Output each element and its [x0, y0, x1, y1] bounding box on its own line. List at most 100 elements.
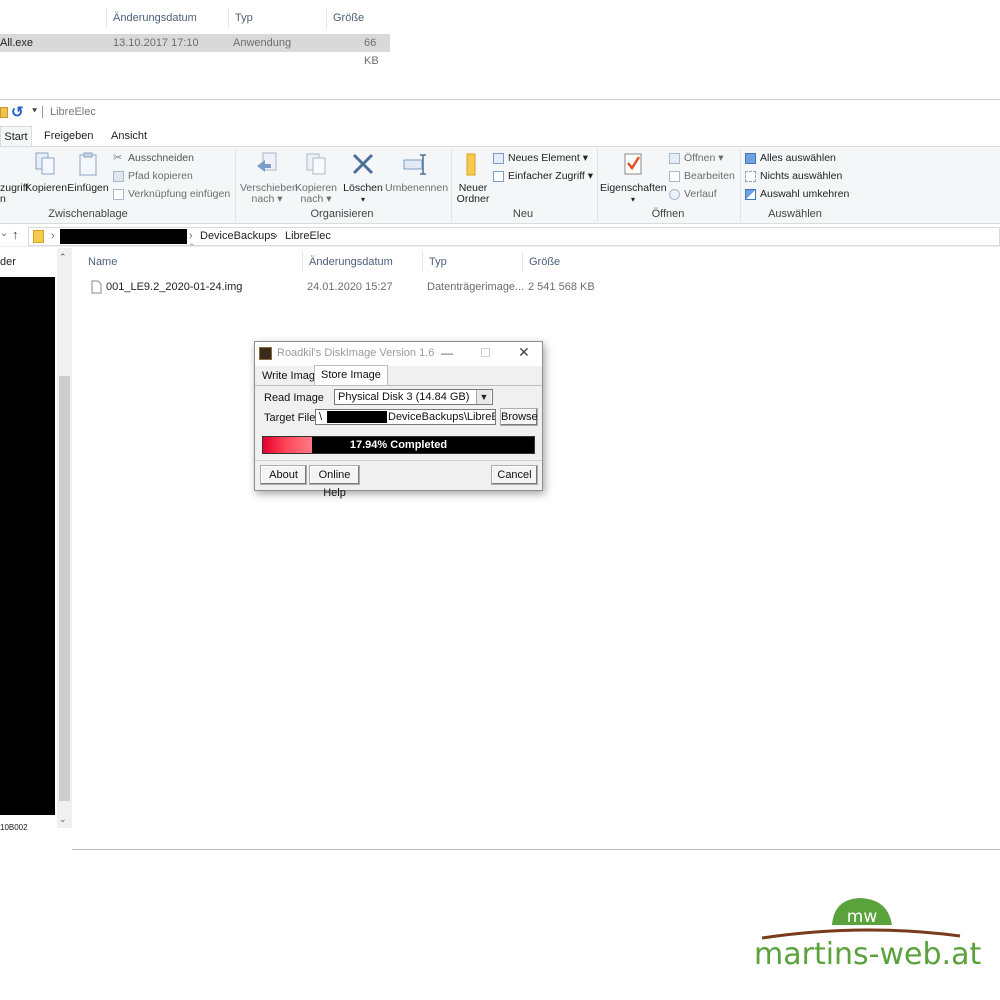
undo-icon[interactable]: ↺ — [11, 103, 24, 121]
new-item-button[interactable]: Neues Element ▾ — [493, 150, 588, 167]
nav-scrollbar-thumb[interactable] — [59, 376, 70, 801]
address-bar[interactable]: › › DeviceBackups › LibreElec — [28, 227, 1000, 246]
tab-share[interactable]: Freigeben — [44, 126, 94, 146]
app-icon — [259, 347, 272, 360]
breadcrumb-separator-icon: › — [51, 230, 55, 242]
about-button[interactable]: About — [260, 465, 307, 485]
column-header-type[interactable]: Typ — [228, 8, 326, 28]
progress-bar: 17.94% Completed — [262, 436, 535, 454]
paste-shortcut-button[interactable]: Verknüpfung einfügen — [113, 186, 230, 203]
window-title: LibreElec — [50, 106, 96, 118]
open-button[interactable]: Öffnen ▾ — [669, 150, 724, 167]
properties-label: Eigenschaften — [600, 182, 667, 194]
up-arrow-icon[interactable]: ↑ — [12, 227, 19, 242]
group-label-organize: Organisieren — [310, 208, 374, 220]
redacted-target-path — [327, 411, 387, 423]
read-image-select[interactable]: Physical Disk 3 (14.84 GB) ▼ — [334, 389, 493, 405]
dropdown-arrow-icon[interactable]: ▼ — [476, 390, 491, 404]
target-file-input[interactable]: \ DeviceBackups\LibreElec — [315, 409, 496, 425]
copy-to-icon — [306, 153, 326, 175]
invert-selection-icon — [745, 189, 756, 200]
file-name: 001_LE9.2_2020-01-24.img — [106, 281, 243, 293]
close-icon[interactable]: ✕ — [518, 344, 530, 361]
recent-locations-chevron-icon[interactable]: ⌄ — [0, 228, 8, 239]
delete-button[interactable]: Löschen ▾ — [343, 151, 383, 205]
rename-button[interactable]: Umbenennen — [385, 151, 448, 194]
column-header-size[interactable]: Größe — [522, 252, 590, 272]
move-to-label-2: nach ▾ — [251, 193, 283, 205]
target-file-suffix: DeviceBackups\LibreElec — [388, 411, 495, 423]
history-button[interactable]: Verlauf — [669, 186, 717, 203]
copy-button[interactable]: Kopieren — [25, 151, 68, 194]
browse-button[interactable]: Browse — [500, 408, 538, 426]
pin-quick-access-button[interactable]: zugriff n — [0, 151, 28, 205]
delete-x-icon — [352, 153, 374, 175]
tab-view[interactable]: Ansicht — [111, 126, 147, 146]
read-image-value: Physical Disk 3 (14.84 GB) — [338, 391, 470, 403]
open-icon — [669, 153, 680, 164]
file-row-selected[interactable]: All.exe 13.10.2017 17:10 Anwendung 66 KB — [0, 34, 390, 67]
file-list: ⌃ Name Änderungsdatum Typ Größe 001_LE9.… — [76, 242, 1000, 850]
move-to-button[interactable]: Verschieben nach ▾ — [240, 151, 298, 205]
file-date: 24.01.2020 15:27 — [307, 281, 393, 293]
delete-label: Löschen — [343, 182, 383, 194]
breadcrumb-item[interactable]: LibreElec — [285, 228, 331, 245]
nav-pane-header[interactable]: der — [0, 256, 16, 268]
paste-icon — [79, 152, 97, 176]
new-item-label: Neues Element ▾ — [508, 152, 588, 164]
minimize-icon[interactable]: — — [441, 346, 453, 360]
breadcrumb-item[interactable]: DeviceBackups — [200, 228, 276, 245]
easy-access-button[interactable]: Einfacher Zugriff ▾ — [493, 168, 593, 185]
copy-path-button[interactable]: Pfad kopieren — [113, 168, 193, 185]
ribbon-tabs: Start Freigeben Ansicht — [0, 126, 1000, 146]
properties-dropdown-arrow: ▾ — [630, 195, 635, 204]
select-none-label: Nichts auswählen — [760, 170, 843, 182]
select-all-button[interactable]: Alles auswählen — [745, 150, 836, 167]
progress-text: 17.94% Completed — [349, 439, 448, 451]
column-header-size[interactable]: Größe — [326, 8, 394, 28]
paste-button[interactable]: Einfügen — [67, 151, 109, 194]
rename-icon — [403, 154, 426, 175]
paste-shortcut-label: Verknüpfung einfügen — [128, 188, 231, 200]
file-icon — [91, 280, 102, 294]
cancel-button[interactable]: Cancel — [491, 465, 538, 485]
copy-to-label-2: nach ▾ — [300, 193, 332, 205]
scissors-icon: ✂ — [113, 152, 123, 164]
file-size: 2 541 568 KB — [528, 281, 595, 293]
scroll-down-arrow-icon[interactable]: ⌄ — [59, 814, 67, 825]
quick-access-dropdown-icon[interactable]: ⯆ — [31, 106, 38, 117]
logo-badge-text: mw — [847, 907, 878, 927]
online-help-button[interactable]: Online Help — [309, 465, 360, 499]
column-header-date[interactable]: Änderungsdatum — [302, 252, 422, 272]
column-header-name[interactable]: Name — [82, 252, 302, 272]
folder-icon — [33, 230, 44, 243]
title-divider — [42, 106, 43, 118]
nav-pane-footer: 10B002 — [0, 823, 28, 832]
column-header-type[interactable]: Typ — [422, 252, 522, 272]
new-folder-label-2: Ordner — [456, 193, 490, 205]
invert-selection-label: Auswahl umkehren — [760, 188, 850, 200]
select-none-button[interactable]: Nichts auswählen — [745, 168, 842, 185]
tab-store-image[interactable]: Store Image — [314, 365, 388, 386]
navigation-pane: der ⌃ ⌄ 10B002 — [0, 248, 72, 850]
table-row[interactable]: 001_LE9.2_2020-01-24.img 24.01.2020 15:2… — [76, 278, 596, 296]
group-label-open: Öffnen — [651, 208, 685, 220]
properties-button[interactable]: Eigenschaften ▾ — [600, 151, 667, 205]
cut-button[interactable]: ✂ Ausschneiden — [113, 150, 194, 167]
edit-icon — [669, 171, 680, 182]
select-none-icon — [745, 171, 756, 182]
invert-selection-button[interactable]: Auswahl umkehren — [745, 186, 849, 203]
read-image-label: Read Image — [264, 392, 324, 404]
column-header-date[interactable]: Änderungsdatum — [106, 8, 228, 28]
edit-button[interactable]: Bearbeiten — [669, 168, 735, 185]
new-folder-button[interactable]: Neuer Ordner — [455, 151, 491, 205]
copy-label: Kopieren — [25, 182, 68, 194]
copy-path-icon — [113, 171, 124, 182]
copy-to-button[interactable]: Kopieren nach ▾ — [294, 151, 338, 205]
dialog-titlebar[interactable]: Roadkil's DiskImage Version 1.6 — ✕ — [255, 342, 542, 366]
file-name: All.exe — [0, 37, 34, 49]
edit-label: Bearbeiten — [684, 170, 735, 182]
watermark-text: martins-web.at — [754, 937, 982, 972]
tab-start[interactable]: Start — [0, 126, 32, 146]
scroll-up-arrow-icon[interactable]: ⌃ — [59, 252, 67, 263]
